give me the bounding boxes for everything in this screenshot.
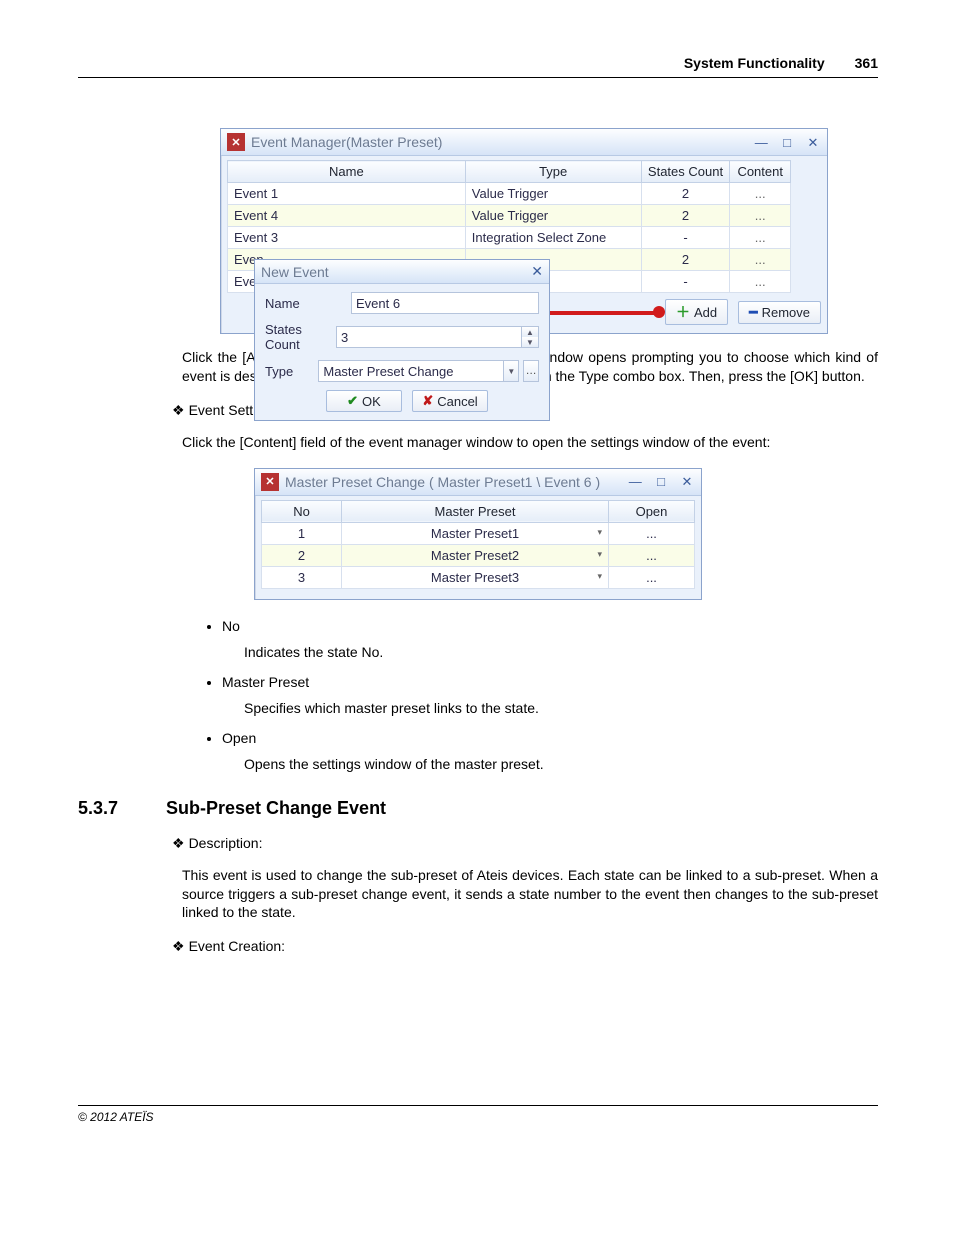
table-row[interactable]: Event 1 Value Trigger 2 ... — [228, 183, 791, 205]
content-cell[interactable]: ... — [730, 249, 791, 271]
list-item: No Indicates the state No. — [222, 618, 878, 660]
table-header-row: Name Type States Count Content — [228, 161, 791, 183]
name-label: Name — [265, 296, 351, 311]
master-preset-titlebar[interactable]: ✕ Master Preset Change ( Master Preset1 … — [255, 469, 701, 496]
new-event-title: New Event — [261, 264, 329, 280]
table-row[interactable]: Event 3 Integration Select Zone - ... — [228, 227, 791, 249]
close-icon[interactable]: ✕ — [805, 135, 821, 151]
master-preset-title: Master Preset Change ( Master Preset1 \ … — [285, 474, 600, 490]
content-cell[interactable]: ... — [730, 227, 791, 249]
spinner-buttons[interactable]: ▲▼ — [522, 326, 539, 348]
type-more-button[interactable]: … — [523, 360, 539, 382]
minimize-icon[interactable]: — — [627, 474, 643, 489]
content-cell[interactable]: ... — [730, 183, 791, 205]
preset-dropdown[interactable]: Master Preset1 — [342, 522, 609, 544]
content-cell[interactable]: ... — [730, 205, 791, 227]
plus-icon: ＋ — [676, 302, 690, 322]
list-text: Opens the settings window of the master … — [244, 756, 878, 772]
states-input[interactable] — [336, 326, 522, 348]
app-icon: ✕ — [227, 133, 245, 151]
col-content[interactable]: Content — [730, 161, 791, 183]
cancel-button[interactable]: ✘ Cancel — [412, 390, 488, 412]
name-input[interactable] — [351, 292, 539, 314]
paragraph: This event is used to change the sub-pre… — [182, 866, 878, 923]
type-label: Type — [265, 364, 318, 379]
master-preset-table: No Master Preset Open 1 Master Preset1 .… — [261, 500, 695, 589]
section-number: 5.3.7 — [78, 798, 166, 819]
table-row[interactable]: Event 4 Value Trigger 2 ... — [228, 205, 791, 227]
list-item: Master Preset Specifies which master pre… — [222, 674, 878, 716]
app-icon: ✕ — [261, 473, 279, 491]
page-number: 361 — [855, 55, 878, 71]
minimize-icon[interactable]: — — [753, 135, 769, 150]
paragraph: Click the [Content] field of the event m… — [182, 433, 878, 452]
minus-icon: ━ — [749, 304, 757, 321]
preset-dropdown[interactable]: Master Preset3 — [342, 566, 609, 588]
event-manager-titlebar[interactable]: ✕ Event Manager(Master Preset) — □ ✕ — [221, 129, 827, 156]
remove-button[interactable]: ━ Remove — [738, 301, 821, 324]
page-header: System Functionality 361 — [78, 55, 878, 78]
add-button[interactable]: ＋ Add — [665, 299, 728, 325]
new-event-titlebar[interactable]: New Event ✕ — [255, 260, 549, 284]
list-item: Open Opens the settings window of the ma… — [222, 730, 878, 772]
content-cell[interactable]: ... — [730, 271, 791, 293]
subheading: ❖Event Creation: — [172, 938, 878, 955]
header-title: System Functionality — [684, 55, 825, 71]
col-preset[interactable]: Master Preset — [342, 500, 609, 522]
event-manager-title: Event Manager(Master Preset) — [251, 134, 442, 150]
open-cell[interactable]: ... — [609, 522, 695, 544]
table-row[interactable]: 2 Master Preset2 ... — [262, 544, 695, 566]
states-label: States Count — [265, 322, 336, 352]
event-manager-window: ✕ Event Manager(Master Preset) — □ ✕ Nam… — [220, 128, 828, 334]
col-type[interactable]: Type — [465, 161, 641, 183]
list-text: Specifies which master preset links to t… — [244, 700, 878, 716]
maximize-icon[interactable]: □ — [779, 135, 795, 150]
x-icon: ✘ — [422, 393, 433, 409]
page-footer: © 2012 ATEÏS — [78, 1105, 878, 1124]
type-combo[interactable] — [318, 360, 503, 382]
close-icon[interactable]: ✕ — [531, 263, 543, 280]
open-cell[interactable]: ... — [609, 544, 695, 566]
col-name[interactable]: Name — [228, 161, 466, 183]
list-text: Indicates the state No. — [244, 644, 878, 660]
col-no[interactable]: No — [262, 500, 342, 522]
section-title: Sub-Preset Change Event — [166, 798, 386, 819]
subheading: ❖Description: — [172, 835, 878, 852]
check-icon: ✔ — [347, 393, 358, 409]
preset-dropdown[interactable]: Master Preset2 — [342, 544, 609, 566]
arrow-indicator — [539, 306, 659, 318]
table-row[interactable]: 1 Master Preset1 ... — [262, 522, 695, 544]
maximize-icon[interactable]: □ — [653, 474, 669, 489]
close-icon[interactable]: ✕ — [679, 474, 695, 490]
new-event-dialog: New Event ✕ Name States Count ▲▼ Type — [254, 259, 550, 421]
master-preset-window: ✕ Master Preset Change ( Master Preset1 … — [254, 468, 702, 600]
col-open[interactable]: Open — [609, 500, 695, 522]
col-states[interactable]: States Count — [641, 161, 730, 183]
chevron-down-icon[interactable]: ▼ — [503, 360, 519, 382]
table-row[interactable]: 3 Master Preset3 ... — [262, 566, 695, 588]
bullet-list: No Indicates the state No. Master Preset… — [182, 618, 878, 772]
ok-button[interactable]: ✔ OK — [326, 390, 402, 412]
table-header-row: No Master Preset Open — [262, 500, 695, 522]
open-cell[interactable]: ... — [609, 566, 695, 588]
section-heading: 5.3.7 Sub-Preset Change Event — [78, 798, 878, 819]
